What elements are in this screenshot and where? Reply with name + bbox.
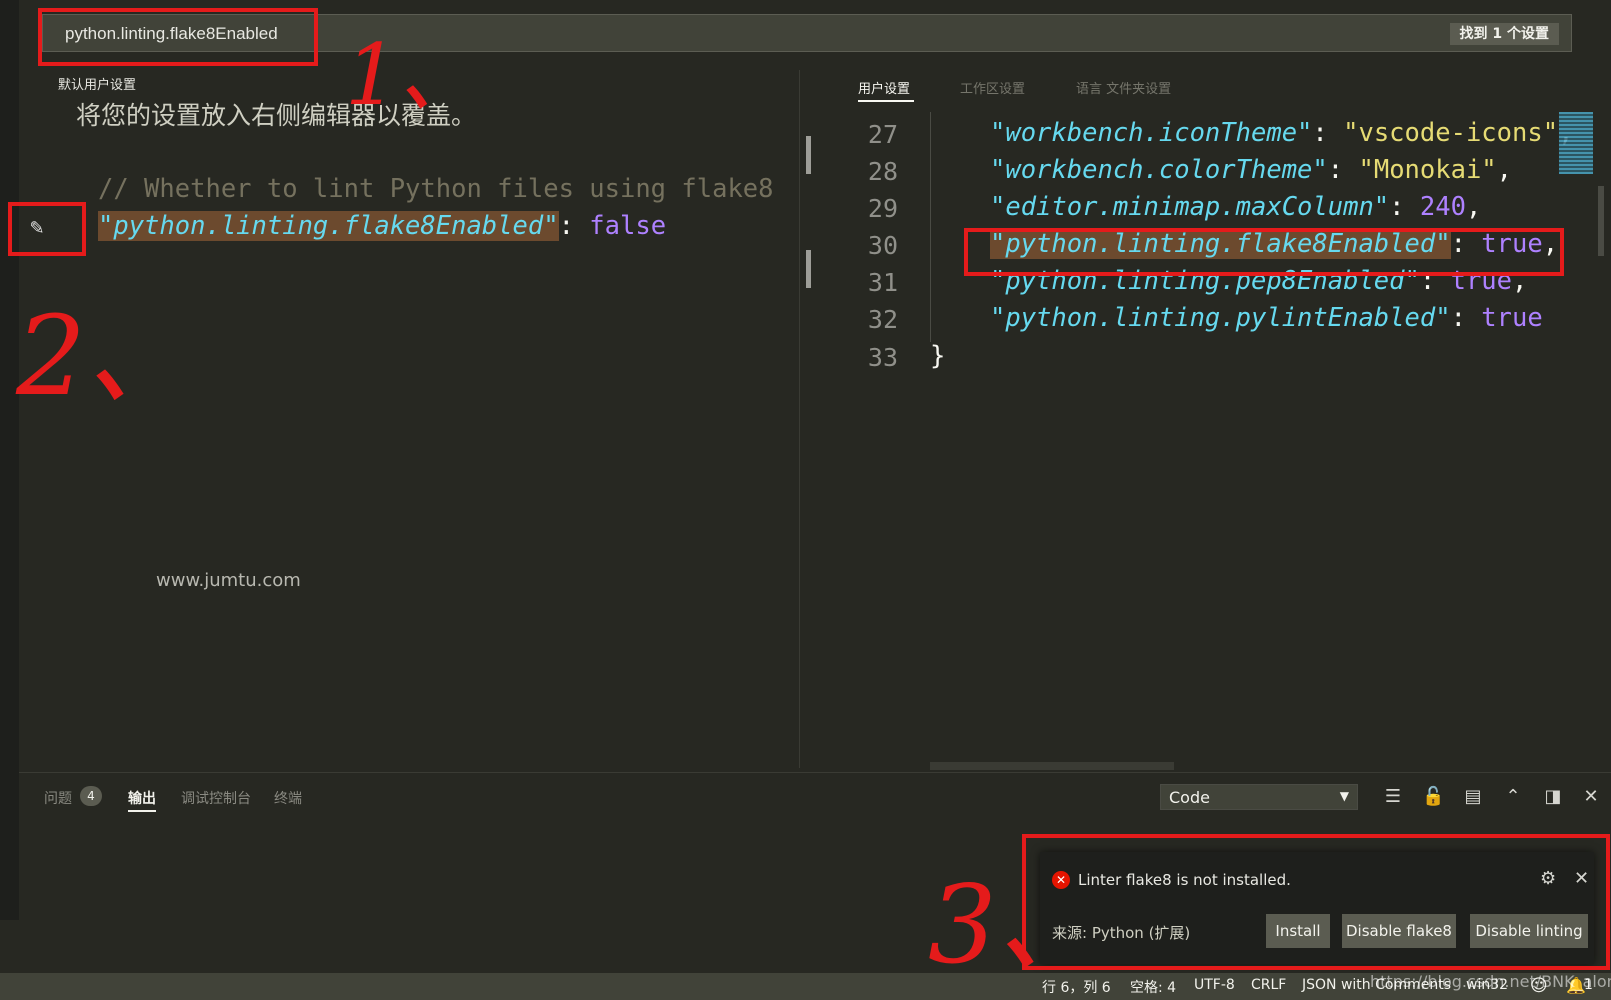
- output-channel-select[interactable]: Code ▼: [1160, 784, 1358, 810]
- line-number: 32: [867, 305, 898, 334]
- annotation-box-edit: [8, 202, 86, 256]
- default-setting-line: "python.linting.flake8Enabled": false: [98, 211, 667, 241]
- status-indentation[interactable]: 空格: 4: [1130, 977, 1176, 997]
- default-settings-title: 默认用户设置: [58, 78, 137, 93]
- active-tab-indicator: [128, 810, 156, 812]
- line-number: 28: [867, 157, 898, 186]
- output-channel-value: Code: [1169, 788, 1210, 807]
- minimap[interactable]: [1559, 112, 1593, 174]
- line-number: 31: [867, 268, 898, 297]
- tab-folder-settings[interactable]: 语言 文件夹设置: [1076, 78, 1171, 97]
- editor-line[interactable]: "editor.minimap.maxColumn": 240,: [990, 192, 1481, 222]
- line-number: 27: [867, 120, 898, 149]
- scrollbar-marker: [806, 250, 811, 288]
- tab-terminal[interactable]: 终端: [274, 788, 302, 808]
- status-eol[interactable]: CRLF: [1251, 977, 1286, 993]
- tab-problems[interactable]: 问题: [44, 788, 72, 808]
- tab-workspace-settings[interactable]: 工作区设置: [960, 78, 1025, 97]
- line-number: 29: [867, 194, 898, 223]
- annotation-number-2: 2、: [16, 292, 196, 420]
- setting-key: "python.linting.flake8Enabled": [98, 211, 559, 241]
- clear-output-icon[interactable]: ☰: [1382, 786, 1404, 808]
- indent-guide: [930, 112, 931, 342]
- tab-debug-console[interactable]: 调试控制台: [181, 788, 251, 808]
- line-number: 33: [867, 343, 898, 372]
- problems-count-badge: 4: [80, 786, 102, 806]
- annotation-box-notification: [1022, 834, 1610, 970]
- closing-brace: }: [930, 341, 946, 371]
- horizontal-scrollbar[interactable]: [930, 762, 1174, 770]
- editor-line[interactable]: "workbench.iconTheme": "vscode-icons",: [990, 118, 1573, 148]
- annotation-number-1: 1、: [345, 26, 483, 124]
- panel-border[interactable]: [19, 772, 1611, 773]
- line-number: 30: [867, 231, 898, 260]
- toggle-panel-position-icon[interactable]: ◨: [1542, 786, 1564, 808]
- tab-output[interactable]: 输出: [128, 788, 156, 808]
- lock-scroll-icon[interactable]: 🔓: [1422, 786, 1444, 808]
- pane-divider[interactable]: [799, 70, 800, 768]
- overview-ruler[interactable]: [1598, 186, 1604, 256]
- editor-line[interactable]: "python.linting.pylintEnabled": true: [990, 303, 1543, 333]
- tab-user-settings[interactable]: 用户设置: [858, 78, 910, 97]
- annotation-box-setting: [964, 228, 1564, 276]
- activity-strip: [0, 0, 19, 920]
- chevron-down-icon: ▼: [1339, 789, 1349, 803]
- search-result-badge: 找到 1 个设置: [1449, 23, 1559, 45]
- active-tab-indicator: [858, 100, 914, 102]
- setting-value: false: [589, 211, 667, 241]
- maximize-panel-icon[interactable]: ⌃: [1502, 786, 1524, 808]
- annotation-box-search: [38, 8, 318, 66]
- annotation-number-3: 3、: [928, 863, 1105, 988]
- status-encoding[interactable]: UTF-8: [1194, 977, 1235, 993]
- open-log-icon[interactable]: ▤: [1462, 786, 1484, 808]
- site-watermark: www.jumtu.com: [156, 570, 301, 591]
- blog-watermark: https://blog.csdn.net/BNK_along: [1370, 972, 1611, 991]
- scrollbar-marker: [806, 136, 811, 174]
- setting-description-comment: // Whether to lint Python files using fl…: [98, 174, 774, 204]
- editor-line[interactable]: "workbench.colorTheme": "Monokai",: [990, 155, 1512, 185]
- close-panel-icon[interactable]: ✕: [1580, 786, 1602, 808]
